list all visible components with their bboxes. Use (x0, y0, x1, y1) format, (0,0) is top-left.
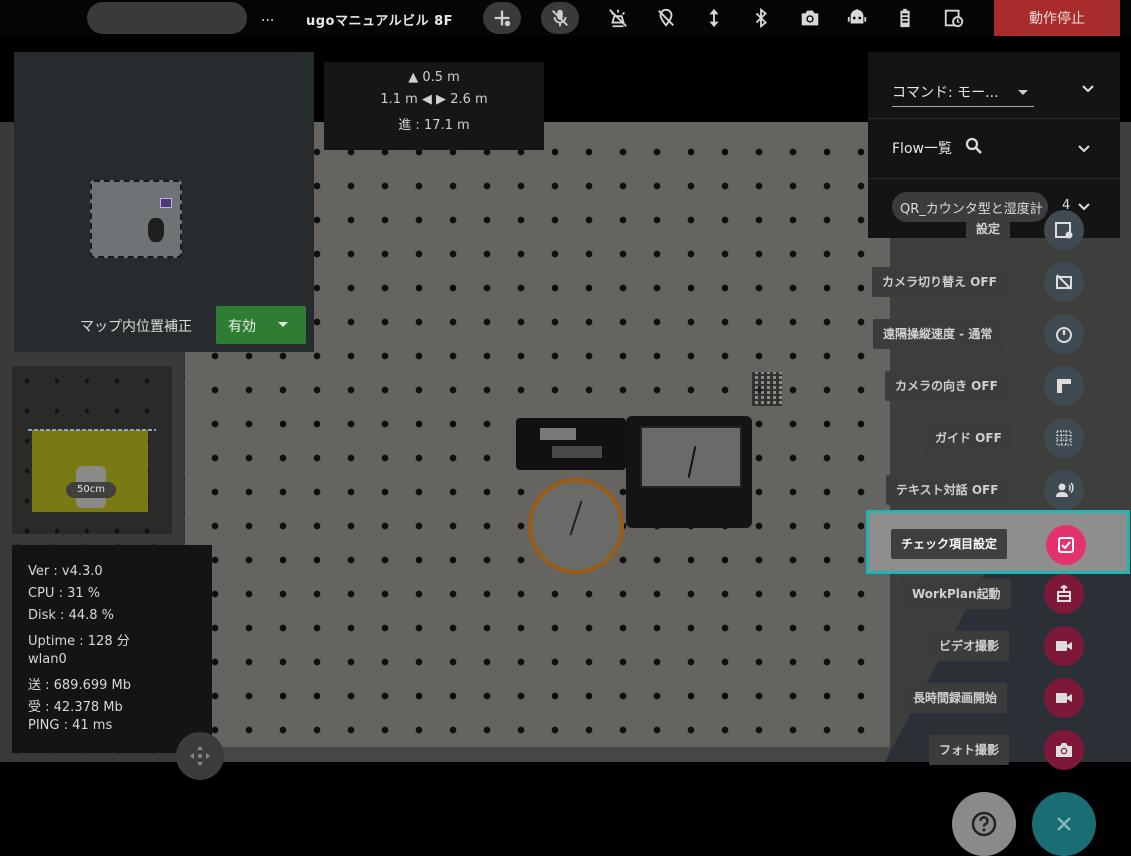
robot-status[interactable] (845, 6, 869, 30)
settings-card-icon[interactable] (1044, 210, 1084, 250)
history-button[interactable] (942, 6, 966, 30)
action-long-record[interactable]: 長時間録画開始 (0, 678, 1131, 718)
close-menu-button[interactable] (1032, 792, 1096, 856)
guide-grid-icon[interactable] (1044, 418, 1084, 458)
robot-selector[interactable] (87, 2, 247, 34)
bluetooth-icon (755, 7, 767, 29)
video-icon[interactable] (1044, 626, 1084, 666)
history-icon (944, 9, 964, 28)
side-distance: 1.1 m ◀ ▶ 2.6 m (380, 92, 488, 107)
voice-chat-icon[interactable] (1044, 470, 1084, 510)
action-check-items[interactable]: チェック項目設定 (866, 510, 1130, 574)
up-down-arrow-icon (709, 8, 719, 28)
workplan-icon[interactable] (1044, 574, 1084, 614)
help-button[interactable] (952, 792, 1016, 856)
top-bar: ... ugoマニュアルビル 8F 動作停止 (0, 0, 1131, 36)
add-device-icon (494, 10, 511, 27)
action-remote-speed[interactable]: 遠隔操縦速度 - 通常 (0, 314, 1131, 354)
help-icon (971, 811, 997, 837)
camera-direction-icon[interactable] (1044, 366, 1084, 406)
action-settings[interactable]: 設定 (0, 210, 1131, 250)
action-camera-direction[interactable]: カメラの向き OFF (0, 366, 1131, 406)
action-text-chat[interactable]: テキスト対話 OFF (0, 470, 1131, 510)
action-photo[interactable]: フォト撮影 (0, 730, 1131, 770)
battery-icon (900, 8, 910, 28)
action-guide[interactable]: ガイド OFF (0, 418, 1131, 458)
chevron-down-icon[interactable] (1076, 140, 1092, 156)
mic-toggle-button[interactable] (541, 2, 579, 34)
action-workplan[interactable]: WorkPlan起動 (0, 574, 1131, 614)
robot-name: ugoマニュアルビル 8F (306, 14, 454, 29)
robot-marker (160, 198, 172, 208)
flow-list-label: Flow一覧 (892, 141, 952, 157)
camera-icon (801, 10, 819, 26)
light-off-icon (609, 9, 627, 28)
camera-switch-off-icon[interactable] (1044, 262, 1084, 302)
distance-overlay: ▲ 0.5 m 1.1 m ◀ ▶ 2.6 m 進 : 17.1 m (324, 62, 544, 150)
action-video[interactable]: ビデオ撮影 (0, 626, 1131, 666)
robot-icon (847, 9, 867, 24)
location-off-icon (658, 8, 674, 27)
location-toggle[interactable] (654, 6, 678, 30)
snapshot-button[interactable] (798, 6, 822, 30)
long-record-icon[interactable] (1044, 678, 1084, 718)
mic-off-icon (552, 9, 568, 27)
traveled-distance: 進 : 17.1 m (398, 118, 470, 133)
front-distance: ▲ 0.5 m (408, 70, 460, 85)
chevron-down-icon[interactable] (1080, 80, 1096, 96)
command-mode-select[interactable]: コマンド: モー... (892, 80, 1034, 107)
battery-status[interactable] (893, 6, 917, 30)
command-mode-row: コマンド: モー... (868, 58, 1120, 119)
search-icon[interactable] (964, 136, 984, 156)
speed-gauge-icon[interactable] (1044, 314, 1084, 354)
light-toggle[interactable] (606, 6, 630, 30)
photo-camera-icon[interactable] (1044, 730, 1084, 770)
height-adjust[interactable] (702, 6, 726, 30)
action-camera-switch[interactable]: カメラ切り替え OFF (0, 262, 1131, 302)
emergency-stop-button[interactable]: 動作停止 (994, 0, 1120, 36)
close-icon (1057, 817, 1071, 831)
caret-down-icon (1018, 90, 1028, 95)
bluetooth-toggle[interactable] (749, 6, 773, 30)
checklist-icon[interactable] (1046, 525, 1086, 565)
map-panel[interactable]: マップ内位置補正 有効 (14, 52, 314, 352)
more-menu[interactable]: ... (261, 9, 274, 25)
add-device-button[interactable] (483, 2, 521, 34)
